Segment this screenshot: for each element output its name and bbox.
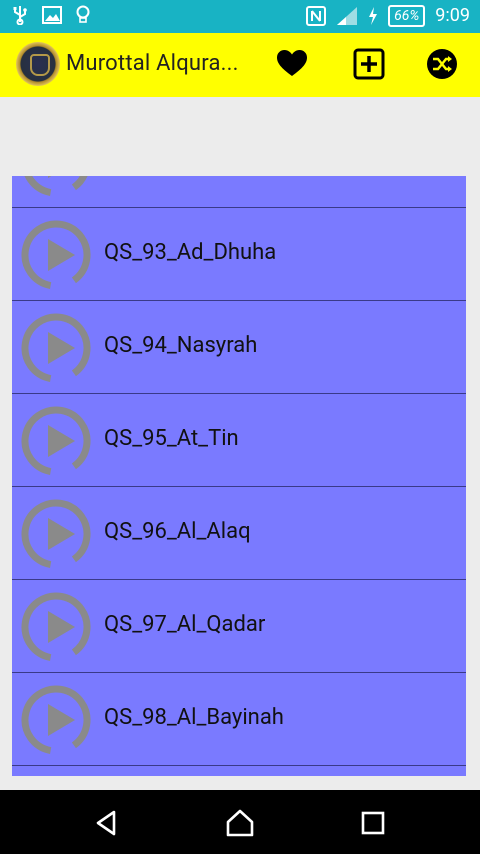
track-list[interactable]: QS_93_Ad_Dhuha QS_94_Nasyrah QS_95_At_Ti… xyxy=(12,176,466,776)
favorite-icon[interactable] xyxy=(275,47,309,81)
back-icon[interactable] xyxy=(92,808,122,838)
item-label: QS_98_Al_Bayinah xyxy=(104,705,284,730)
list-item[interactable]: QS_97_Al_Qadar xyxy=(12,579,466,673)
action-bar: Murottal Alqura... xyxy=(0,33,480,97)
play-icon[interactable] xyxy=(20,684,92,756)
item-label: QS_96_Al_Alaq xyxy=(104,519,251,544)
app-logo xyxy=(16,42,60,86)
shuffle-icon[interactable] xyxy=(425,47,459,81)
play-icon[interactable] xyxy=(20,498,92,570)
list-item[interactable]: QS_98_Al_Bayinah xyxy=(12,672,466,766)
play-icon[interactable] xyxy=(20,405,92,477)
battery-indicator: 66% xyxy=(388,5,426,27)
play-icon[interactable] xyxy=(20,312,92,384)
home-icon[interactable] xyxy=(225,808,255,838)
play-icon[interactable] xyxy=(20,591,92,663)
charging-icon xyxy=(369,7,378,25)
signal-icon xyxy=(337,7,358,25)
play-icon xyxy=(21,176,91,197)
item-label: QS_97_Al_Qadar xyxy=(104,612,266,637)
lightbulb-icon xyxy=(76,5,90,23)
image-icon xyxy=(42,6,62,24)
list-item[interactable] xyxy=(12,176,466,208)
item-label: QS_93_Ad_Dhuha xyxy=(104,240,277,265)
list-item[interactable]: QS_95_At_Tin xyxy=(12,393,466,487)
item-label: QS_94_Nasyrah xyxy=(104,333,258,358)
add-box-icon[interactable] xyxy=(352,47,386,81)
play-icon[interactable] xyxy=(20,219,92,291)
usb-icon xyxy=(13,6,27,25)
nfc-icon xyxy=(306,6,327,26)
item-label: QS_95_At_Tin xyxy=(104,426,239,451)
list-item[interactable]: QS_96_Al_Alaq xyxy=(12,486,466,580)
app-title: Murottal Alqura... xyxy=(66,51,239,76)
status-bar: 66% 9:09 xyxy=(0,0,480,33)
navigation-bar xyxy=(0,790,480,854)
list-item[interactable]: QS_93_Ad_Dhuha xyxy=(12,207,466,301)
list-item[interactable]: QS_94_Nasyrah xyxy=(12,300,466,394)
clock: 9:09 xyxy=(435,5,470,26)
recents-icon[interactable] xyxy=(358,808,388,838)
